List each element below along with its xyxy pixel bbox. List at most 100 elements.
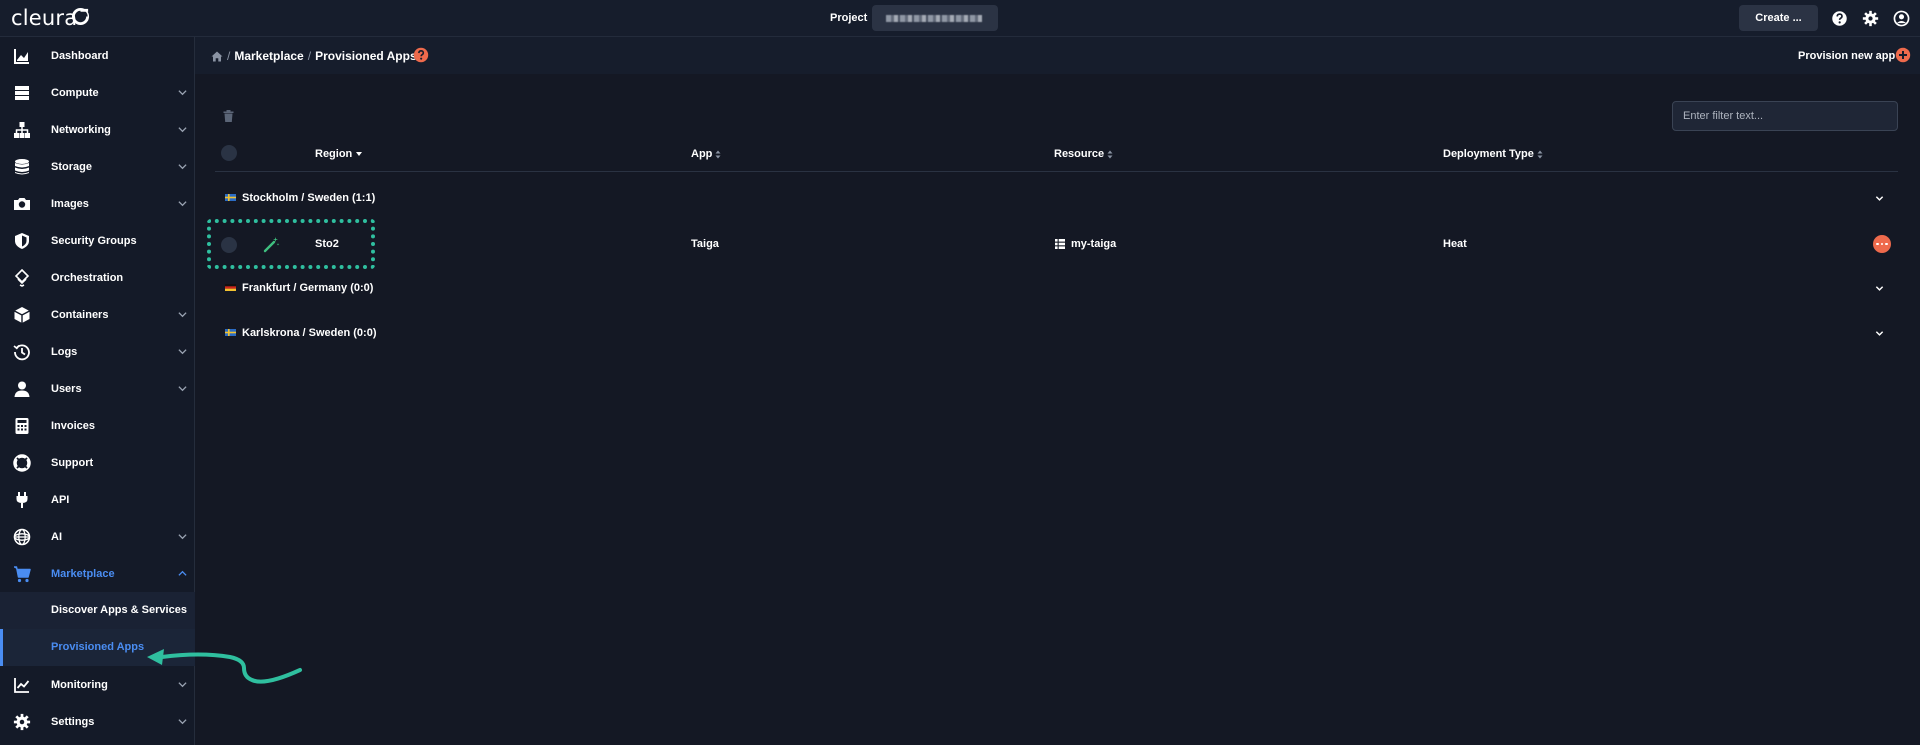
grid-table-icon [1055,239,1065,249]
sidebar-item-label: Logs [51,345,78,358]
settings-gear-icon[interactable] [1862,10,1879,27]
table-row[interactable]: Sto2 Taiga my-taiga Heat [215,228,1898,258]
sidebar-item-support[interactable]: Support [0,444,195,481]
sidebar-item-storage[interactable]: Storage [0,148,195,185]
sidebar-item-label: API [51,493,70,506]
table-header-divider [215,171,1898,172]
sidebar-item-logs[interactable]: Logs [0,333,195,370]
page-help-icon[interactable] [413,47,429,63]
chevron-down-icon[interactable] [1875,329,1884,338]
region-group-label: Karlskrona / Sweden (0:0) [242,327,377,339]
project-selector[interactable] [872,5,998,31]
region-group-karlskrona[interactable]: Karlskrona / Sweden (0:0) [215,318,1898,348]
chevron-down-icon [178,386,187,392]
orchestration-icon [14,268,30,287]
chevron-down-icon[interactable] [1875,284,1884,293]
annotation-highlight-box [207,219,375,269]
breadcrumb-marketplace-link[interactable]: Marketplace [234,49,303,63]
dot [1876,242,1879,246]
sidebar-item-label: Orchestration [51,271,124,284]
sidebar-item-containers[interactable]: Containers [0,296,195,333]
provision-new-app-button[interactable]: Provision new app [1798,50,1895,62]
user-icon [14,381,30,397]
sidebar-item-dashboard[interactable]: Dashboard [0,37,195,74]
sidebar-item-invoices[interactable]: Invoices [0,407,195,444]
sidebar-item-label: Settings [51,715,95,728]
ai-icon [13,528,31,545]
active-indicator [0,629,3,666]
sidebar-item-label: Compute [51,86,99,99]
row-resource-link[interactable]: my-taiga [1071,238,1116,250]
sidebar-item-label: Storage [51,160,92,173]
sweden-flag-icon [225,329,236,336]
annotation-arrow-icon [147,649,302,684]
brand-logo[interactable]: cleura [11,6,77,30]
history-icon [13,343,30,360]
breadcrumb: / Marketplace / Provisioned Apps [211,49,417,63]
chevron-down-icon [178,127,187,133]
sidebar-item-settings[interactable]: Settings [0,703,195,740]
chevron-down-icon [178,719,187,725]
sidebar-item-networking[interactable]: Networking [0,111,195,148]
column-header-app[interactable]: App [691,148,721,160]
sidebar-item-ai[interactable]: AI [0,518,195,555]
row-deployment-type-cell: Heat [1443,238,1467,250]
germany-flag-icon [225,284,236,291]
user-account-icon[interactable] [1893,10,1910,27]
sort-icon [715,150,721,158]
column-header-resource[interactable]: Resource [1054,148,1113,160]
calculator-icon [15,417,29,434]
container-box-icon [14,306,30,323]
storage-database-icon [15,158,29,174]
shield-icon [15,232,29,249]
sidebar-item-label: Marketplace [51,567,115,580]
region-group-stockholm[interactable]: Stockholm / Sweden (1:1) [215,183,1898,213]
chevron-up-icon [178,570,187,576]
chevron-down-icon [178,534,187,540]
sweden-flag-icon [225,194,236,201]
region-group-label: Stockholm / Sweden (1:1) [242,192,376,204]
dot [1880,242,1884,246]
region-group-frankfurt[interactable]: Frankfurt / Germany (0:0) [215,273,1898,303]
brand-logo-mark-icon [71,7,90,26]
camera-icon [14,197,30,210]
row-actions-menu-button[interactable] [1873,235,1891,253]
settings-gear-icon [13,713,31,730]
page-title: Provisioned Apps [315,49,417,63]
column-header-region[interactable]: Region [315,148,363,160]
sidebar-item-orchestration[interactable]: Orchestration [0,259,195,296]
sidebar-item-api[interactable]: API [0,481,195,518]
add-circle-icon[interactable] [1895,47,1911,63]
sidebar-item-users[interactable]: Users [0,370,195,407]
sidebar-item-compute[interactable]: Compute [0,74,195,111]
filter-input[interactable] [1672,101,1898,131]
sidebar-item-marketplace[interactable]: Marketplace [0,555,195,592]
sidebar-item-images[interactable]: Images [0,185,195,222]
help-icon[interactable] [1831,10,1848,27]
top-bar: cleura Project Create ... [0,0,1920,37]
chevron-down-icon [178,312,187,318]
column-header-deployment-type[interactable]: Deployment Type [1443,148,1543,160]
trash-icon[interactable] [223,110,234,122]
cart-icon [14,565,31,582]
dot [1885,242,1888,246]
column-header-label: Deployment Type [1443,148,1534,160]
sidebar-subitem-label: Provisioned Apps [51,641,145,653]
chevron-down-icon[interactable] [1875,194,1884,203]
select-all-checkbox[interactable] [221,145,237,161]
column-header-label: Resource [1054,148,1105,160]
monitoring-chart-icon [14,677,30,693]
sidebar-item-label: Containers [51,308,109,321]
sort-desc-icon [356,152,363,156]
sidebar-item-label: Dashboard [51,49,109,62]
network-tree-icon [14,121,30,138]
column-header-label: App [691,148,713,160]
sidebar-item-label: Support [51,456,94,469]
project-name-redacted [886,15,982,22]
home-icon[interactable] [211,51,223,62]
create-button[interactable]: Create ... [1739,5,1818,31]
sidebar-item-security-groups[interactable]: Security Groups [0,222,195,259]
sort-icon [1537,150,1543,158]
sidebar-item-label: Users [51,382,82,395]
region-group-label: Frankfurt / Germany (0:0) [242,282,374,294]
